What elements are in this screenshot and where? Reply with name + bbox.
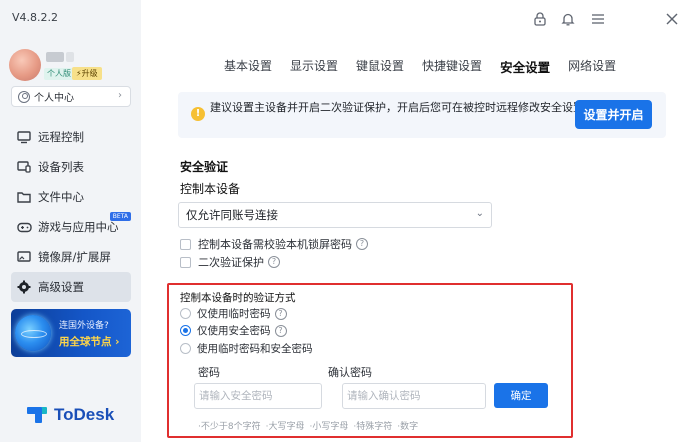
verification-method-title: 控制本设备时的验证方式	[180, 292, 296, 304]
checkbox-label: 控制本设备需校验本机锁屏密码	[198, 238, 352, 251]
globe-icon	[15, 315, 51, 351]
todesk-logo-mark	[27, 405, 49, 425]
promo-line2: 用全球节点 ›	[59, 336, 120, 348]
hint-uppercase: ·大写字母	[265, 422, 305, 432]
device-list-icon	[16, 159, 32, 175]
password-input[interactable]	[194, 383, 322, 409]
global-node-promo[interactable]: 连国外设备? 用全球节点 ›	[11, 309, 131, 357]
password-requirements: ·不少于8个字符 ·大写字母 ·小写字母 ·特殊字符 ·数字	[198, 419, 423, 432]
remote-control-icon	[16, 129, 32, 145]
sidebar-item-games-apps[interactable]: 游戏与应用中心 BETA	[11, 212, 131, 242]
confirm-password-input[interactable]	[342, 383, 486, 409]
sidebar: V4.8.2.2 个人版 ⚡升级 个人中心 › 远程控制 设备列表 文件中心 游…	[0, 0, 141, 442]
sidebar-item-label: 设备列表	[38, 160, 84, 174]
sidebar-item-label: 文件中心	[38, 190, 84, 204]
sidebar-item-mirror-screen[interactable]: 镜像屏/扩展屏	[11, 242, 131, 272]
lock-icon[interactable]	[532, 11, 548, 27]
personal-center-label: 个人中心	[34, 93, 74, 104]
menu-icon[interactable]	[590, 11, 606, 27]
radio-both-passwords[interactable]: 使用临时密码和安全密码	[180, 341, 313, 356]
help-icon[interactable]: ?	[356, 238, 368, 250]
hint-digit: ·数字	[397, 422, 419, 432]
promo-line1: 连国外设备?	[59, 321, 109, 331]
tab-network[interactable]: 网络设置	[568, 57, 616, 76]
close-icon[interactable]	[664, 11, 680, 27]
confirm-password-label: 确认密码	[328, 366, 372, 379]
tab-basic[interactable]: 基本设置	[224, 57, 272, 76]
confirm-button[interactable]: 确定	[494, 383, 548, 408]
radio-label: 使用临时密码和安全密码	[197, 343, 313, 355]
security-notice-banner: ! 建议设置主设备并开启二次验证保护，开启后您可在被控时远程修改安全设置 设置并…	[178, 92, 666, 138]
hint-special: ·特殊字符	[353, 422, 393, 432]
control-device-label: 控制本设备	[180, 182, 241, 196]
sidebar-item-label: 镜像屏/扩展屏	[38, 250, 111, 264]
tab-security[interactable]: 安全设置	[500, 57, 550, 76]
select-value: 仅允许同账号连接	[186, 208, 278, 222]
radio-dot[interactable]	[180, 343, 191, 354]
sidebar-item-label: 高级设置	[38, 280, 84, 294]
gear-icon	[16, 279, 32, 295]
settings-tabs: 基本设置 显示设置 键鼠设置 快捷键设置 安全设置 网络设置	[224, 57, 634, 76]
password-label: 密码	[198, 366, 220, 379]
hint-lowercase: ·小写字母	[309, 422, 349, 432]
sidebar-item-advanced-settings[interactable]: 高级设置	[11, 272, 131, 302]
chevron-down-icon: ⌄	[475, 208, 484, 219]
todesk-logo: ToDesk	[27, 405, 114, 425]
radio-label: 仅使用临时密码	[197, 308, 271, 320]
gamepad-icon	[16, 219, 32, 235]
tab-display[interactable]: 显示设置	[290, 57, 338, 76]
checkbox-label: 二次验证保护	[198, 256, 264, 269]
sidebar-item-remote-control[interactable]: 远程控制	[11, 122, 131, 152]
radio-label: 仅使用安全密码	[197, 325, 271, 337]
warning-icon: !	[191, 107, 205, 121]
username-blurred	[46, 52, 74, 62]
sidebar-item-label: 游戏与应用中心	[38, 220, 119, 234]
lock-screen-password-checkbox[interactable]: 控制本设备需校验本机锁屏密码 ?	[180, 236, 368, 252]
checkbox-box[interactable]	[180, 256, 191, 268]
plan-badge: 个人版	[44, 68, 74, 80]
sidebar-nav: 远程控制 设备列表 文件中心 游戏与应用中心 BETA 镜像屏/扩展屏 高级设置	[11, 122, 131, 302]
hint-min-length: ·不少于8个字符	[198, 422, 261, 432]
checkbox-box[interactable]	[180, 238, 191, 250]
personal-center-button[interactable]: 个人中心 ›	[11, 86, 131, 107]
radio-dot[interactable]	[180, 308, 191, 319]
help-icon[interactable]: ?	[274, 324, 287, 337]
radio-dot-selected[interactable]	[180, 325, 191, 336]
radio-temp-password[interactable]: 仅使用临时密码 ?	[180, 306, 287, 321]
help-icon[interactable]: ?	[268, 256, 280, 268]
mirror-screen-icon	[16, 249, 32, 265]
beta-badge: BETA	[109, 212, 131, 221]
connection-permission-select[interactable]: 仅允许同账号连接 ⌄	[178, 202, 492, 228]
user-icon	[18, 90, 30, 103]
tab-keyboard-mouse[interactable]: 键鼠设置	[356, 57, 404, 76]
tab-shortcuts[interactable]: 快捷键设置	[422, 57, 482, 76]
avatar[interactable]	[9, 49, 41, 81]
banner-text: 建议设置主设备并开启二次验证保护，开启后您可在被控时远程修改安全设置	[210, 101, 584, 114]
bell-icon[interactable]	[560, 11, 576, 27]
help-icon[interactable]: ?	[274, 307, 287, 320]
sidebar-item-device-list[interactable]: 设备列表	[11, 152, 131, 182]
app-version: V4.8.2.2	[12, 11, 59, 24]
radio-security-password[interactable]: 仅使用安全密码 ?	[180, 323, 287, 338]
upgrade-label: 升级	[81, 69, 98, 78]
logo-text: ToDesk	[54, 405, 115, 424]
upgrade-badge[interactable]: ⚡升级	[72, 67, 102, 80]
sidebar-item-label: 远程控制	[38, 130, 84, 144]
chevron-right-icon: ›	[118, 90, 122, 101]
two-factor-checkbox[interactable]: 二次验证保护 ?	[180, 254, 280, 270]
folder-icon	[16, 189, 32, 205]
section-title: 安全验证	[180, 160, 229, 174]
setup-enable-button[interactable]: 设置并开启	[575, 100, 652, 129]
sidebar-item-file-center[interactable]: 文件中心	[11, 182, 131, 212]
